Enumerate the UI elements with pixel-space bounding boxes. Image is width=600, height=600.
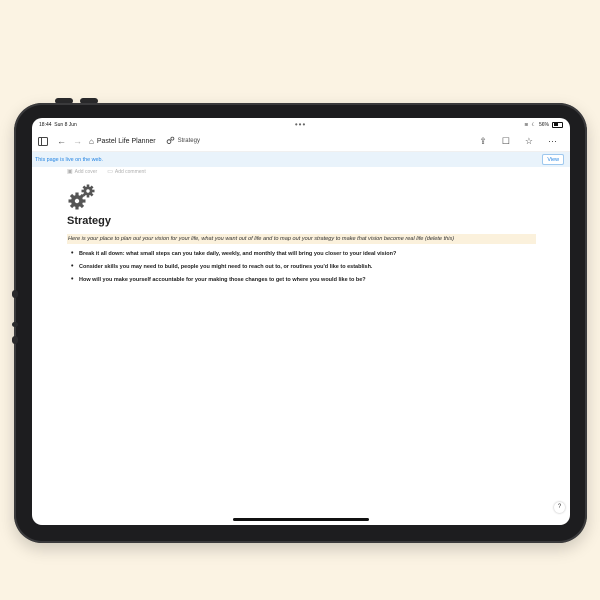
star-icon[interactable]: ☆ (525, 136, 533, 146)
moon-icon: ☾ (531, 121, 536, 128)
breadcrumb-home-label: Pastel Life Planner (96, 137, 156, 145)
home-indicator[interactable] (233, 518, 369, 521)
add-cover-label: Add cover (74, 169, 98, 175)
gears-small-icon (166, 136, 175, 147)
nav-actions: ⇪ ☐ ☆ ⋯ (479, 136, 564, 146)
help-button[interactable]: ? (554, 502, 565, 513)
status-bar: 18:44 Sun 8 Jun ••• ≋ ☾ 56% (32, 118, 570, 131)
side-button-2 (12, 322, 18, 327)
wifi-icon: ≋ (524, 121, 529, 128)
comment-small-icon: ▭ (107, 169, 113, 175)
forward-arrow-icon[interactable]: → (73, 136, 82, 146)
side-button-3 (12, 336, 18, 344)
home-icon: ⌂ (89, 136, 94, 146)
back-arrow-icon[interactable]: ← (57, 136, 66, 146)
live-banner: This page is live on the web. View (32, 152, 570, 167)
intro-callout[interactable]: Here is your place to plan out your visi… (67, 234, 536, 244)
battery-icon (552, 121, 563, 128)
more-icon[interactable]: ⋯ (548, 136, 557, 146)
page-content: ▣ Add cover ▭ Add comment Strategy Here … (67, 168, 540, 287)
battery-fill (553, 123, 558, 126)
share-icon[interactable]: ⇪ (479, 136, 487, 146)
breadcrumb-home[interactable]: ⌂ Pastel Life Planner (89, 137, 156, 146)
comment-icon[interactable]: ☐ (502, 136, 510, 146)
page-meta-actions: ▣ Add cover ▭ Add comment (67, 168, 540, 175)
screen: 18:44 Sun 8 Jun ••• ≋ ☾ 56% ← → ⌂ Pastel… (32, 118, 570, 525)
breadcrumb-current-label: Strategy (177, 138, 200, 144)
status-time: 18:44 Sun 8 Jun (39, 122, 77, 128)
breadcrumb-current[interactable]: Strategy (166, 136, 200, 147)
gears-icon[interactable] (67, 183, 97, 211)
side-button-1 (12, 290, 18, 298)
bullet-list: Break it all down: what small steps can … (67, 248, 540, 287)
time-text: 18:44 (39, 121, 52, 128)
view-button[interactable]: View (542, 154, 564, 165)
image-icon: ▣ (67, 169, 73, 175)
add-comment-button[interactable]: ▭ Add comment (107, 168, 146, 175)
add-comment-label: Add comment (114, 169, 146, 175)
live-banner-text: This page is live on the web. (35, 156, 104, 163)
list-item[interactable]: Break it all down: what small steps can … (71, 248, 540, 261)
status-right: ≋ ☾ 56% (524, 121, 563, 128)
page-title[interactable]: Strategy (67, 215, 540, 227)
list-item[interactable]: Consider skills you may need to build, p… (71, 261, 540, 274)
navbar: ← → ⌂ Pastel Life Planner Strategy ⇪ ☐ ☆… (32, 131, 570, 152)
sidebar-toggle-icon[interactable] (38, 136, 48, 146)
list-item[interactable]: How will you make yourself accountable f… (71, 274, 540, 287)
date-text: Sun 8 Jun (54, 121, 77, 128)
add-cover-button[interactable]: ▣ Add cover (67, 168, 97, 175)
multitasking-dots[interactable]: ••• (295, 121, 306, 129)
battery-percent: 56% (538, 121, 549, 128)
